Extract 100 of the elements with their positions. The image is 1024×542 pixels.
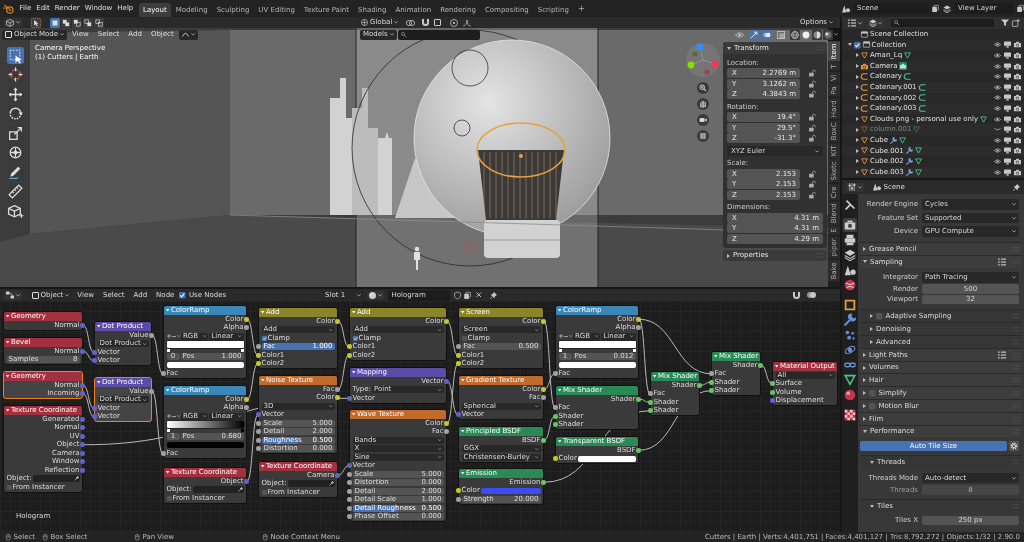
open-padlock-icon[interactable] <box>809 91 816 98</box>
layers-icon[interactable] <box>843 248 857 262</box>
disclosure-triangle-icon[interactable] <box>856 148 859 153</box>
funnel-icon[interactable] <box>1001 19 1009 27</box>
disclosure-triangle-icon[interactable] <box>856 159 859 164</box>
collapse-triangle-icon[interactable] <box>461 379 465 382</box>
checkbox[interactable] <box>6 484 12 490</box>
node-link[interactable] <box>151 334 164 375</box>
eye-icon[interactable] <box>994 147 1001 155</box>
editor-type-button[interactable] <box>4 290 22 300</box>
socket-icon[interactable] <box>636 316 641 322</box>
color-swatch[interactable] <box>166 442 244 449</box>
transparent-square-icon[interactable] <box>777 30 785 39</box>
socket-icon[interactable] <box>456 361 461 367</box>
pin-icon[interactable] <box>1013 183 1020 191</box>
socket-icon[interactable] <box>256 412 261 418</box>
socket-icon[interactable] <box>80 391 85 397</box>
plus-icon[interactable] <box>166 414 171 419</box>
node-link[interactable] <box>760 364 773 385</box>
node-link[interactable] <box>82 324 95 353</box>
node-link[interactable] <box>337 465 350 476</box>
camera-icon[interactable] <box>1014 136 1021 144</box>
socket-icon[interactable] <box>697 382 702 388</box>
socket-icon[interactable] <box>256 344 261 350</box>
socket-icon[interactable] <box>244 405 249 411</box>
triangle-icon[interactable] <box>904 52 912 59</box>
copy-icon[interactable] <box>932 5 939 12</box>
square-icon[interactable] <box>434 19 442 26</box>
open-padlock-icon[interactable] <box>809 124 816 131</box>
camera-icon[interactable] <box>1014 94 1021 102</box>
node-link[interactable] <box>82 384 95 409</box>
search-field[interactable] <box>891 18 994 28</box>
socket-icon[interactable] <box>347 471 352 477</box>
checkbox[interactable] <box>876 312 883 320</box>
triangle-icon[interactable] <box>843 373 857 387</box>
node-link[interactable] <box>543 415 556 441</box>
disclosure-triangle-icon[interactable] <box>856 117 859 122</box>
camera-icon[interactable] <box>1014 157 1021 165</box>
arrow-cursor-icon[interactable] <box>30 17 41 28</box>
socket-icon[interactable] <box>541 395 546 401</box>
wireframe-sphere-icon[interactable] <box>790 29 800 40</box>
monitor-icon[interactable] <box>1004 147 1011 155</box>
grip-dots-icon[interactable] <box>1013 460 1019 465</box>
monitor-icon[interactable] <box>1004 168 1011 176</box>
socket-icon[interactable] <box>92 405 97 411</box>
checkbox[interactable] <box>461 335 467 341</box>
eye-icon[interactable] <box>994 115 1001 123</box>
eye-icon[interactable] <box>994 157 1001 165</box>
socket-icon[interactable] <box>758 362 763 368</box>
node-link[interactable] <box>337 354 350 390</box>
disclosure-triangle-icon[interactable] <box>856 106 859 111</box>
globe-icon[interactable] <box>843 278 857 292</box>
socket-icon[interactable] <box>456 496 461 502</box>
overlapping-circles-icon[interactable] <box>762 29 772 40</box>
socket-icon[interactable] <box>256 420 261 426</box>
collapse-triangle-icon[interactable] <box>166 471 170 474</box>
open-padlock-icon[interactable] <box>809 135 816 142</box>
camera-icon[interactable] <box>899 62 908 71</box>
camera-icon[interactable] <box>1014 52 1021 59</box>
socket-icon[interactable] <box>541 479 546 485</box>
grip-dots-icon[interactable] <box>1013 326 1019 332</box>
socket-icon[interactable] <box>335 318 340 324</box>
target-circle-icon[interactable] <box>450 18 459 27</box>
disclosure-triangle-icon[interactable] <box>856 95 859 100</box>
socket-icon[interactable] <box>648 408 653 414</box>
disclosure-triangle-icon[interactable] <box>856 170 859 174</box>
socket-icon[interactable] <box>244 325 249 331</box>
socket-icon[interactable] <box>648 399 653 405</box>
node-link[interactable] <box>337 320 350 348</box>
collapse-triangle-icon[interactable] <box>714 355 718 358</box>
wrench-icon[interactable] <box>843 313 857 327</box>
crossed-tools-icon[interactable] <box>843 198 857 212</box>
display-mode-button[interactable] <box>866 18 884 28</box>
eye-icon[interactable] <box>994 73 1001 81</box>
camera-icon[interactable] <box>1014 83 1021 91</box>
selection-mode-icon[interactable] <box>82 17 93 28</box>
collapse-triangle-icon[interactable] <box>352 311 356 314</box>
orbit-icon[interactable] <box>843 343 857 357</box>
list-icon[interactable] <box>998 350 1006 359</box>
minus-icon[interactable] <box>171 415 176 417</box>
socket-icon[interactable] <box>444 318 449 324</box>
eye-icon[interactable] <box>735 30 744 39</box>
socket-icon[interactable] <box>256 361 261 367</box>
magnifier-icon[interactable] <box>697 82 709 94</box>
socket-icon[interactable] <box>541 386 546 392</box>
grip-dots-icon[interactable] <box>1013 339 1019 345</box>
collapse-triangle-icon[interactable] <box>261 379 265 382</box>
color-swatch[interactable] <box>480 487 541 494</box>
checkbox[interactable] <box>166 495 172 501</box>
socket-icon[interactable] <box>553 371 558 377</box>
socket-icon[interactable] <box>335 395 340 401</box>
object-field[interactable] <box>287 480 335 488</box>
plus-icon[interactable] <box>166 334 171 339</box>
socket-icon[interactable] <box>456 488 461 494</box>
monitor-icon[interactable] <box>1004 41 1011 49</box>
shaded-sphere-icon[interactable] <box>823 29 833 40</box>
collapse-triangle-icon[interactable] <box>6 375 10 378</box>
disclosure-triangle-icon[interactable] <box>856 127 859 132</box>
collapse-triangle-icon[interactable] <box>775 365 779 368</box>
disclosure-triangle-icon[interactable] <box>856 85 859 90</box>
